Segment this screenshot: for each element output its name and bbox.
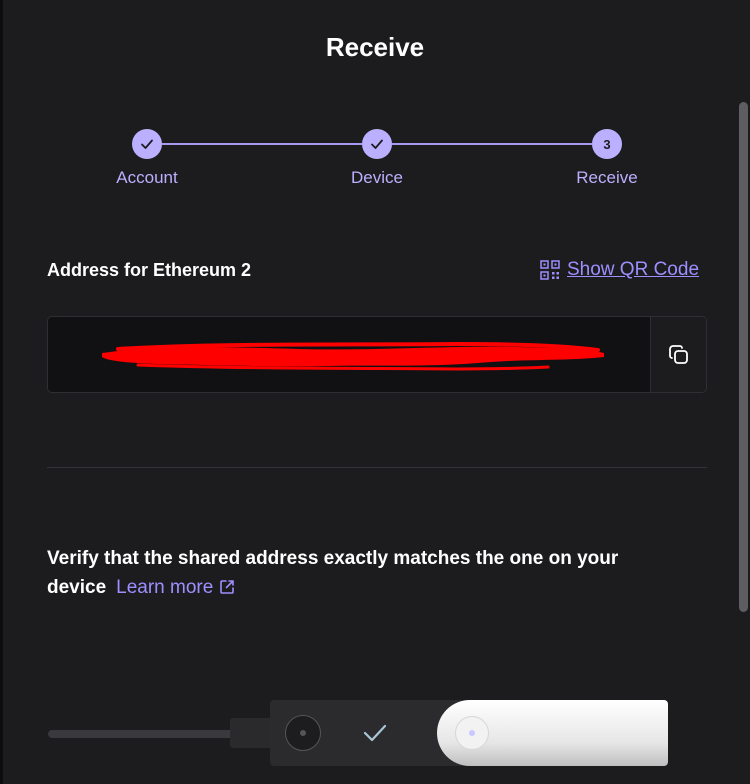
show-qr-code-link[interactable]: Show QR Code (540, 259, 699, 281)
verify-instructions: Verify that the shared address exactly m… (47, 544, 687, 602)
check-icon (363, 724, 387, 742)
external-link-icon (220, 580, 235, 594)
stepper-line (392, 143, 592, 145)
ledger-device-illustration (0, 690, 750, 784)
device-right-button (455, 716, 489, 750)
receive-modal: Receive 3 Account Device Receive Address… (0, 0, 750, 784)
section-divider (47, 467, 707, 468)
usb-cable (48, 730, 234, 738)
step-label-account: Account (116, 168, 178, 187)
device-left-button (285, 715, 321, 751)
step-device-indicator (362, 129, 392, 159)
redaction-scribble (102, 341, 604, 371)
step-number: 3 (603, 136, 611, 152)
stepper-line (162, 143, 362, 145)
window-edge (0, 0, 3, 784)
step-label-receive: Receive (576, 168, 638, 187)
address-label: Address for Ethereum 2 (47, 260, 252, 280)
scrollbar-thumb[interactable] (739, 102, 748, 612)
copy-icon (668, 344, 688, 364)
address-field[interactable] (47, 316, 707, 393)
modal-title: Receive (325, 32, 425, 62)
check-icon (371, 139, 383, 149)
qr-code-icon (540, 260, 560, 280)
stepper: 3 Account Device Receive (0, 126, 750, 196)
usb-plug (230, 718, 274, 748)
step-receive-indicator: 3 (592, 129, 622, 159)
show-qr-code-label: Show QR Code (567, 259, 700, 280)
learn-more-label: Learn more (116, 577, 214, 598)
step-label-device: Device (351, 168, 403, 187)
learn-more-link[interactable]: Learn more (116, 577, 235, 598)
check-icon (141, 139, 153, 149)
step-account-indicator (132, 129, 162, 159)
copy-address-button[interactable] (650, 317, 706, 392)
